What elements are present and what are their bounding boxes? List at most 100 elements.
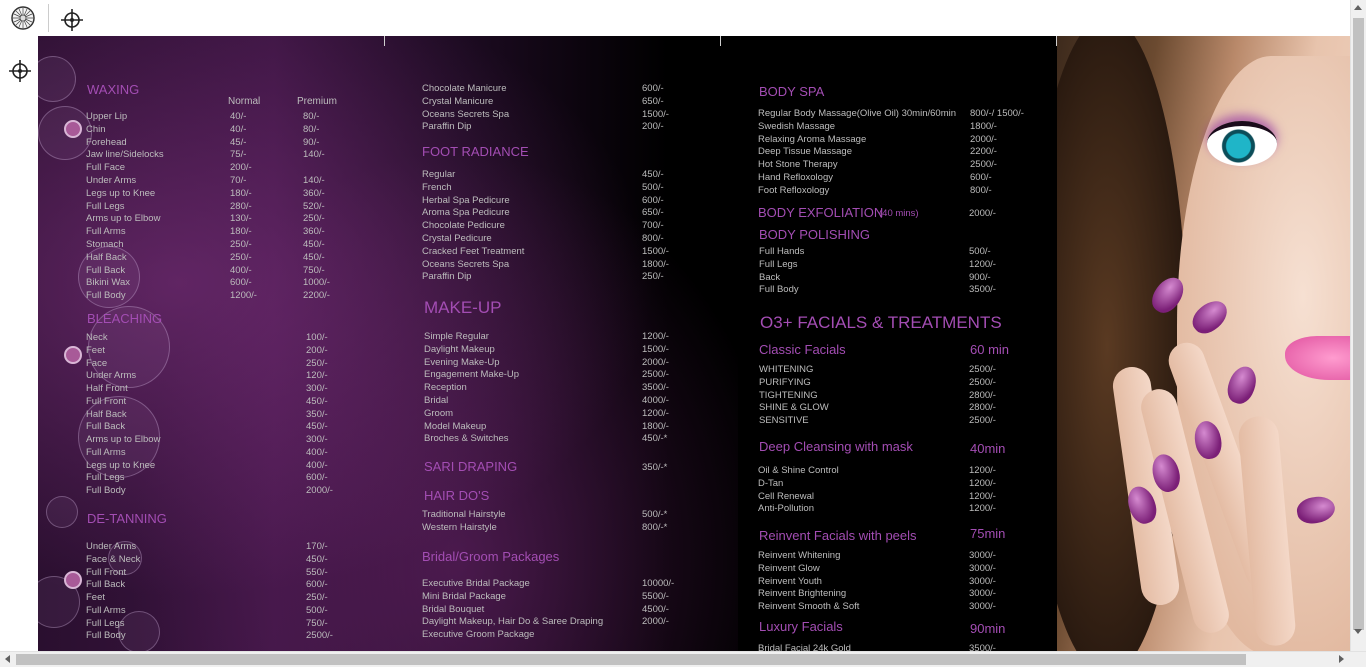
list-item: Legs up to Knee	[86, 459, 156, 471]
item-price: 300/-	[306, 434, 328, 445]
list-item: Full Body	[86, 485, 126, 496]
item-price-premium: 360/-	[303, 187, 325, 199]
item-price: 200/-	[306, 344, 328, 356]
item-price: 3000/-	[969, 601, 996, 613]
vertical-scrollbar[interactable]	[1350, 0, 1366, 652]
item-price: 10000/-	[642, 578, 675, 589]
sari-price: 350/-*	[642, 462, 668, 473]
list-item: Full Back	[86, 579, 126, 591]
item-price: 2500/-	[969, 376, 996, 388]
vertical-scroll-thumb[interactable]	[1353, 18, 1364, 630]
list-item: SENSITIVE	[759, 415, 809, 427]
scroll-up-icon[interactable]	[1354, 5, 1362, 10]
decor-dot	[64, 346, 82, 364]
price-list-poster: WAXING Normal Premium Upper Lip 40/- 80/- C…	[38, 36, 1351, 652]
list-item: Feet	[86, 344, 106, 356]
item-price: 180/-	[230, 226, 252, 238]
item-price: 250/-	[306, 592, 328, 603]
crosshair-icon[interactable]	[2, 53, 38, 89]
item-price: 450/-*	[642, 433, 668, 445]
item-price: 600/-	[970, 172, 992, 183]
crosshair-icon[interactable]	[54, 2, 90, 38]
list-item: Foot Refloxology	[758, 184, 830, 196]
list-item: Chocolate Pedicure	[422, 220, 505, 232]
item-price: 75/-	[230, 149, 247, 161]
decor-bubble	[46, 496, 78, 528]
section-title-reinvent: Reinvent Facials with peels	[759, 528, 917, 543]
item-price: 450/-	[642, 169, 664, 180]
item-price-premium: 250/-	[303, 213, 325, 225]
scroll-left-icon[interactable]	[5, 655, 10, 663]
list-item: Upper Lip	[86, 111, 128, 122]
list-item: Legs up to Knee	[86, 187, 156, 199]
item-price: 1800/-	[642, 258, 669, 270]
list-item: Regular Body Massage(Olive Oil) 30min/60…	[758, 108, 956, 119]
item-price-premium: 140/-	[303, 175, 325, 186]
exfoliation-price: 2000/-	[969, 208, 996, 219]
item-price: 650/-	[642, 95, 664, 107]
target-icon[interactable]	[5, 0, 41, 36]
section-title-facials: O3+ FACIALS & TREATMENTS	[760, 313, 1002, 332]
list-item: Reinvent Glow	[758, 562, 820, 574]
section-title-foot-radiance: FOOT RADIANCE	[422, 144, 529, 159]
list-item: Under Arms	[86, 370, 137, 382]
decor-dot	[64, 120, 82, 138]
list-item: WHITENING	[759, 364, 814, 375]
list-item: Crystal Manicure	[422, 95, 494, 107]
item-price: 800/-	[970, 184, 992, 196]
item-price: 250/-	[230, 251, 252, 263]
horizontal-scrollbar[interactable]	[0, 651, 1366, 667]
section-title-exfoliation: BODY EXFOLIATION	[758, 205, 884, 220]
scroll-down-icon[interactable]	[1354, 629, 1362, 634]
list-item: Forehead	[86, 136, 127, 148]
item-price: 800/-/ 1500/-	[970, 108, 1024, 119]
item-price: 1200/-	[642, 407, 669, 419]
item-price: 4000/-	[642, 395, 669, 406]
horizontal-scroll-thumb[interactable]	[16, 654, 1246, 665]
list-item: Half Front	[86, 383, 128, 394]
list-item: Full Hands	[759, 246, 805, 257]
list-item: Daylight Makeup, Hair Do & Saree Draping	[422, 616, 604, 628]
item-price: 1500/-	[642, 343, 669, 355]
list-item: Full Arms	[86, 446, 126, 458]
list-item: Broches & Switches	[424, 433, 509, 445]
item-price: 2500/-	[642, 369, 669, 381]
list-item: Hand Refloxology	[758, 172, 833, 183]
item-price-premium: 2200/-	[303, 290, 330, 302]
list-item: Engagement Make-Up	[424, 369, 520, 381]
item-price: 400/-	[306, 446, 328, 458]
item-price: 170/-	[306, 541, 328, 552]
item-price: 1200/-	[969, 477, 996, 489]
reinvent-duration: 75min	[970, 526, 1006, 541]
item-price-premium: 80/-	[303, 111, 320, 122]
list-item: Full Legs	[86, 472, 125, 484]
list-item: Neck	[86, 332, 108, 343]
list-item: Face & Neck	[86, 553, 141, 565]
list-item: Full Back	[86, 264, 126, 276]
list-item: Anti-Pollution	[758, 503, 814, 515]
list-item: Reinvent Smooth & Soft	[758, 601, 860, 613]
list-item: Half Back	[86, 251, 127, 263]
list-item: Chin	[86, 123, 106, 135]
item-price: 450/-	[306, 553, 328, 565]
item-price: 700/-	[642, 220, 664, 232]
scroll-right-icon[interactable]	[1339, 655, 1344, 663]
list-item: Arms up to Elbow	[86, 213, 161, 225]
list-item: SHINE & GLOW	[759, 402, 829, 414]
item-price: 800/-*	[642, 521, 668, 533]
list-item: Traditional Hairstyle	[422, 509, 506, 520]
column-tick	[720, 36, 721, 46]
item-price: 3500/-	[969, 284, 996, 296]
item-price: 2000/-	[306, 485, 333, 496]
item-price: 2000/-	[642, 356, 669, 368]
item-price: 1500/-	[642, 108, 669, 120]
list-item: Full Legs	[86, 200, 125, 212]
item-price: 1200/-	[230, 290, 257, 302]
section-title-luxury: Luxury Facials	[759, 619, 843, 634]
item-price: 450/-	[306, 421, 328, 433]
section-title-detanning: DE-TANNING	[87, 511, 167, 526]
section-title-bodyspa: BODY SPA	[759, 84, 825, 99]
item-price: 800/-	[642, 233, 664, 244]
item-price: 2800/-	[969, 389, 996, 401]
item-price: 250/-	[642, 271, 664, 283]
